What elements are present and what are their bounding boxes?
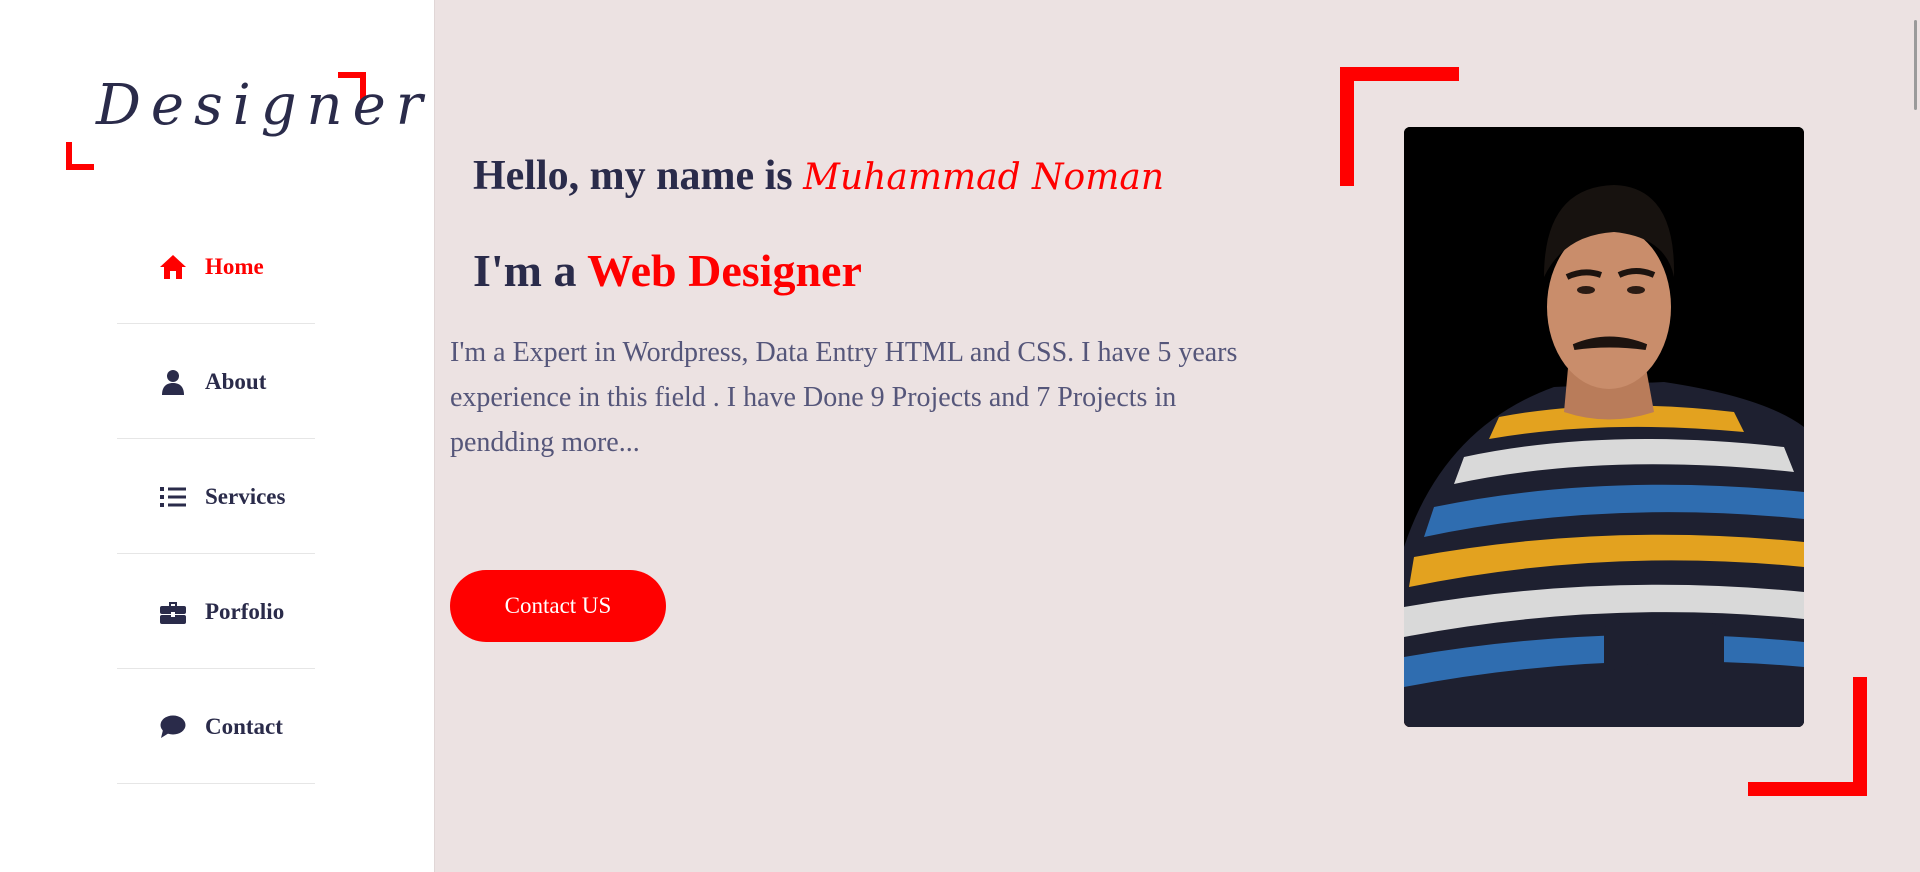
greeting-text: Hello, my name is (473, 153, 804, 199)
scrollbar-thumb[interactable] (1914, 20, 1917, 110)
nav-label-contact: Contact (205, 713, 283, 739)
nav-item-about[interactable]: About (117, 325, 315, 439)
nav-label-services: Services (205, 483, 286, 509)
nav-label-portfolio: Porfolio (205, 598, 285, 624)
chat-icon (159, 713, 187, 741)
role-prefix: I'm a (473, 245, 588, 296)
nav-item-services[interactable]: Services (117, 440, 315, 554)
greeting-heading: Hello, my name is Muhammad Noman (473, 152, 1164, 200)
role-title: Web Designer (587, 245, 862, 296)
nav-label-about: About (205, 368, 267, 394)
nav-item-portfolio[interactable]: Porfolio (117, 555, 315, 669)
role-heading: I'm a Web Designer (473, 244, 862, 297)
contact-us-button[interactable]: Contact US (450, 570, 666, 642)
sidebar-nav: Home About Services Porfolio Contact (117, 210, 315, 784)
sidebar: Designer Home About Services Porfolio Co… (0, 0, 435, 872)
logo[interactable]: Designer (66, 72, 423, 170)
person-name: Muhammad Noman (803, 157, 1165, 198)
bio-paragraph: I'm a Expert in Wordpress, Data Entry HT… (450, 337, 1238, 458)
logo-corner-bottom-left (66, 142, 94, 170)
page: Designer Home About Services Porfolio Co… (0, 0, 1920, 872)
briefcase-icon (159, 598, 187, 626)
profile-photo (1404, 127, 1804, 727)
nav-item-contact[interactable]: Contact (117, 670, 315, 784)
nav-item-home[interactable]: Home (117, 210, 315, 324)
nav-label-home: Home (205, 253, 264, 279)
list-icon (159, 483, 187, 511)
scrollbar[interactable] (1908, 0, 1920, 872)
home-icon (159, 253, 187, 281)
user-icon (159, 368, 187, 396)
logo-text: Designer (96, 73, 433, 138)
